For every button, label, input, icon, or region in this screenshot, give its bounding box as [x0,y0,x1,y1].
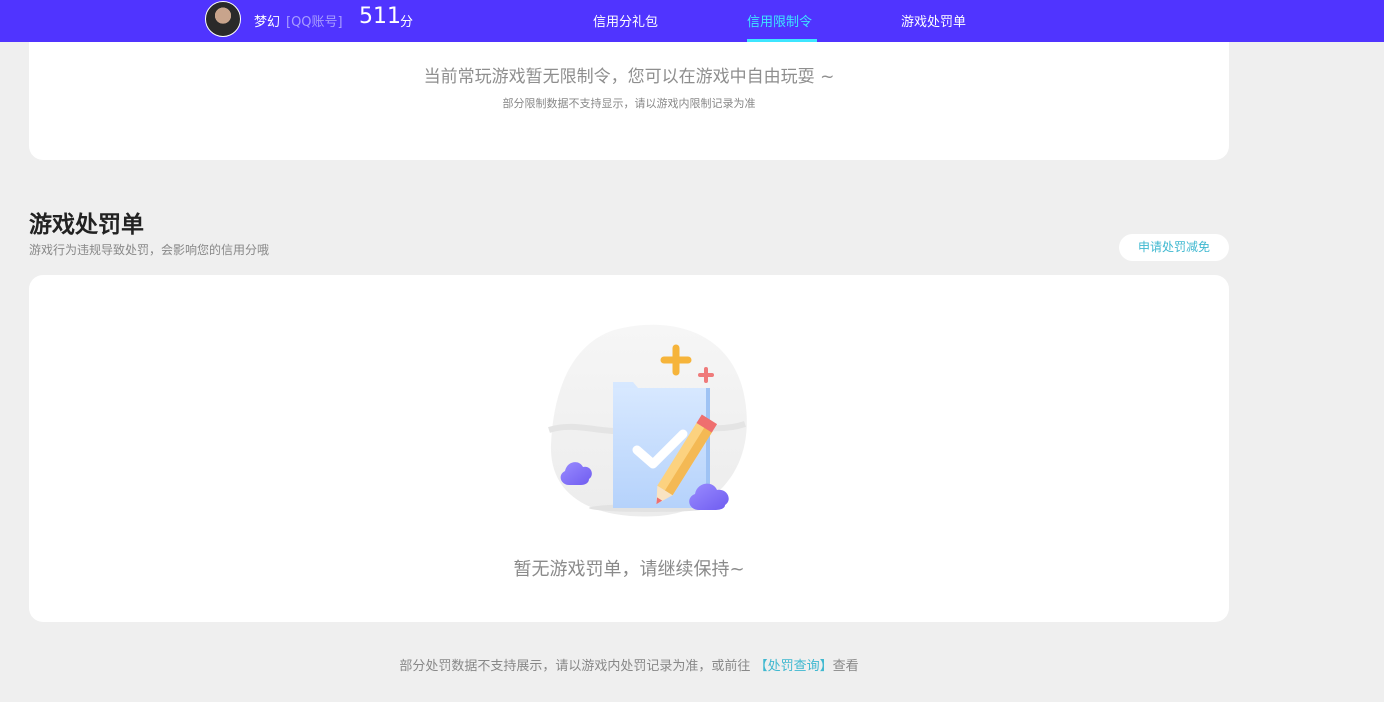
penalty-footer-note: 部分处罚数据不支持展示，请以游戏内处罚记录为准，或前往 【处罚查询】查看 [0,655,1258,674]
username: 梦幻 [254,15,281,30]
footer-text-suffix: 查看 [832,659,859,674]
credit-score-value: 511 [359,4,401,29]
empty-state-illustration-icon [548,324,747,517]
tab-game-penalty[interactable]: 游戏处罚单 [901,11,966,30]
penalty-card: 暂无游戏罚单，请继续保持~ [29,275,1229,622]
credit-score-unit: 分 [400,15,414,30]
avatar[interactable] [205,1,241,37]
account-type-label: [QQ账号] [286,15,343,30]
restriction-note: 部分限制数据不支持显示，请以游戏内限制记录为准 [502,97,756,110]
penalty-query-link[interactable]: 【处罚查询】 [755,659,833,674]
restriction-empty-message: 当前常玩游戏暂无限制令，您可以在游戏中自由玩耍 ~ [423,67,835,87]
footer-text: 部分处罚数据不支持展示，请以游戏内处罚记录为准，或前往 [399,659,751,674]
apply-penalty-reduction-button[interactable]: 申请处罚减免 [1119,234,1229,261]
tab-credit-gift[interactable]: 信用分礼包 [593,11,658,30]
restriction-card: 当前常玩游戏暂无限制令，您可以在游戏中自由玩耍 ~ 部分限制数据不支持显示，请以… [29,42,1229,160]
top-navigation-bar: 梦幻 [QQ账号] 511 分 信用分礼包 信用限制令 游戏处罚单 [0,0,1384,42]
penalty-section-subtitle: 游戏行为违规导致处罚，会影响您的信用分哦 [29,243,270,257]
tab-credit-restriction[interactable]: 信用限制令 [747,11,812,30]
penalty-section-title: 游戏处罚单 [29,212,144,238]
penalty-empty-message: 暂无游戏罚单，请继续保持~ [513,559,745,580]
